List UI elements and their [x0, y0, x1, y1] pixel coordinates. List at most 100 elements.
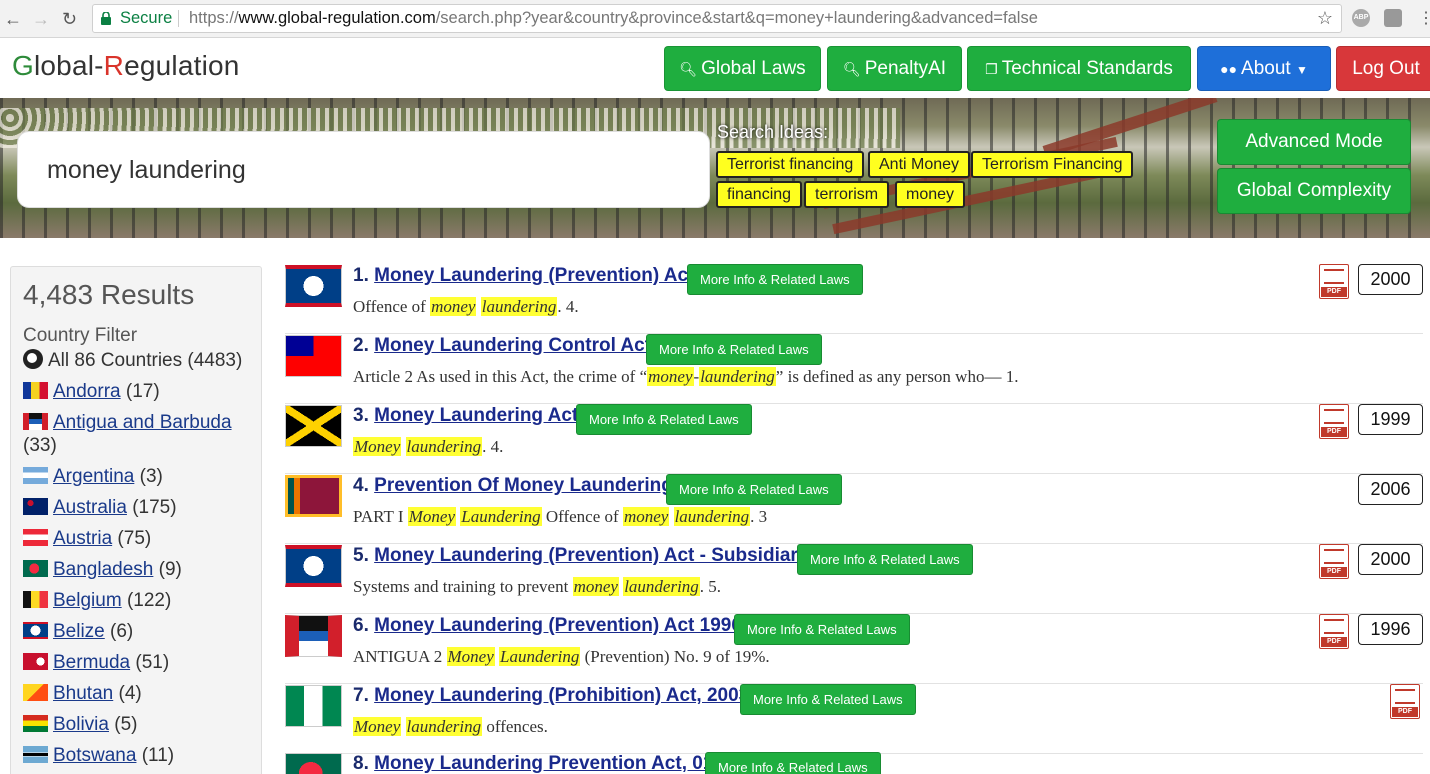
result-snippet: PART I Money Laundering Offence of money… — [353, 507, 768, 526]
result-title: 1. Money Laundering (Prevention) Act — [353, 265, 695, 286]
pdf-icon[interactable]: PDF — [1319, 264, 1349, 299]
site-header: Global-Regulation 🔍︎ Global Laws 🔍︎ Penalt… — [0, 38, 1430, 98]
year-badge: 1999 — [1358, 404, 1423, 435]
global-laws-button[interactable]: 🔍︎ Global Laws — [664, 46, 821, 91]
pdf-icon[interactable]: PDF — [1319, 404, 1349, 439]
lock-icon — [101, 12, 111, 25]
more-info-button[interactable]: More Info & Related Laws — [705, 752, 881, 774]
result-snippet: Article 2 As used in this Act, the crime… — [353, 367, 1019, 386]
year-badge: 2000 — [1358, 544, 1423, 575]
url-text[interactable]: https://www.global-regulation.com/search… — [189, 5, 1038, 32]
caret-down-icon: ▼ — [1295, 63, 1308, 77]
pdf-icon[interactable]: PDF — [1319, 544, 1349, 579]
austria-flag-icon — [23, 529, 48, 546]
more-info-button[interactable]: More Info & Related Laws — [797, 544, 973, 575]
result-item: 3. Money Laundering Act More Info & Rela… — [285, 404, 1423, 474]
country-filter-item: Argentina (3) — [23, 465, 259, 488]
country-filter-item: Austria (75) — [23, 527, 259, 550]
pdf-icon[interactable]: PDF — [1319, 614, 1349, 649]
result-item: 4. Prevention Of Money Laundering More I… — [285, 474, 1423, 544]
year-badge: 1996 — [1358, 614, 1423, 645]
more-info-button[interactable]: More Info & Related Laws — [734, 614, 910, 645]
bookmark-star-icon[interactable]: ☆ — [1317, 5, 1333, 32]
global-complexity-button[interactable]: Global Complexity — [1217, 168, 1411, 214]
belgium-flag-icon — [23, 591, 48, 608]
search-idea-chip[interactable]: money — [895, 181, 966, 208]
copy-icon: ❐ — [985, 61, 998, 77]
result-snippet: Money laundering. 4. — [353, 437, 504, 456]
country-filter-all[interactable]: All 86 Countries (4483) — [23, 349, 259, 372]
result-item: 8. Money Laundering Prevention Act, 01 M… — [285, 752, 1423, 774]
result-item: 5. Money Laundering (Prevention) Act - S… — [285, 544, 1423, 614]
result-title: 5. Money Laundering (Prevention) Act - S… — [353, 545, 809, 566]
secure-label: Secure — [120, 9, 173, 27]
result-title: 4. Prevention Of Money Laundering — [353, 475, 673, 496]
menu-dots-icon[interactable]: ⋮ — [1418, 8, 1430, 28]
belize-flag-icon — [285, 545, 342, 587]
search-idea-chip[interactable]: Anti Money — [868, 151, 971, 178]
botswana-flag-icon — [23, 746, 48, 763]
more-info-button[interactable]: More Info & Related Laws — [576, 404, 752, 435]
result-snippet: Systems and training to prevent money la… — [353, 577, 722, 596]
advanced-mode-button[interactable]: Advanced Mode — [1217, 119, 1411, 165]
more-info-button[interactable]: More Info & Related Laws — [666, 474, 842, 505]
search-idea-chip[interactable]: financing — [716, 181, 803, 208]
country-filter-item: Belgium (122) — [23, 589, 259, 612]
search-ideas-label: Search Ideas: — [717, 122, 829, 142]
site-logo[interactable]: Global-Regulation — [12, 50, 240, 82]
bangladesh-flag-icon — [285, 753, 342, 774]
result-title: 6. Money Laundering (Prevention) Act 199… — [353, 615, 742, 636]
forward-icon[interactable]: → — [32, 9, 50, 30]
reload-icon[interactable]: ↻ — [62, 9, 77, 30]
bermuda-flag-icon — [23, 653, 48, 670]
technical-standards-button[interactable]: ❐ Technical Standards — [967, 46, 1191, 91]
country-filter-item: Andorra (17) — [23, 380, 259, 403]
search-icon: 🔍︎ — [679, 61, 698, 77]
search-idea-chip[interactable]: Terrorist financing — [716, 151, 865, 178]
bolivia-flag-icon — [23, 715, 48, 732]
belize-flag-icon — [23, 622, 48, 639]
back-icon[interactable]: ← — [4, 9, 22, 30]
year-badge: 2000 — [1358, 264, 1423, 295]
adblock-extension-icon[interactable]: ABP — [1352, 9, 1370, 27]
globe-icon — [23, 349, 43, 369]
argentina-flag-icon — [23, 467, 48, 484]
result-title: 2. Money Laundering Control Act — [353, 335, 652, 356]
result-item: 6. Money Laundering (Prevention) Act 199… — [285, 614, 1423, 684]
search-idea-chip[interactable]: terrorism — [804, 181, 890, 208]
country-filter-item: Antigua and Barbuda (33) — [23, 412, 232, 456]
more-info-button[interactable]: More Info & Related Laws — [687, 264, 863, 295]
results-count: 4,483 Results — [23, 279, 195, 310]
year-badge: 2006 — [1358, 474, 1423, 505]
more-info-button[interactable]: More Info & Related Laws — [646, 334, 822, 365]
about-dropdown-button[interactable]: ●● About ▼ — [1197, 46, 1331, 91]
users-icon: ●● — [1220, 61, 1238, 77]
logout-button[interactable]: Log Out — [1336, 46, 1430, 91]
browser-toolbar: ← → ↻ Secure https://www.global-regulati… — [0, 0, 1430, 38]
address-bar[interactable]: Secure https://www.global-regulation.com… — [92, 4, 1342, 33]
extension-icon[interactable] — [1384, 9, 1402, 27]
nigeria-flag-icon — [285, 685, 342, 727]
more-info-button[interactable]: More Info & Related Laws — [740, 684, 916, 715]
search-icon: 🔍︎ — [842, 61, 861, 77]
penaltyai-button[interactable]: 🔍︎ PenaltyAI — [827, 46, 962, 91]
search-idea-chip[interactable]: Terrorism Financing — [971, 151, 1134, 178]
country-filter-item: Botswana (11) — [23, 744, 259, 767]
jamaica-flag-icon — [285, 405, 342, 447]
australia-flag-icon — [23, 498, 48, 515]
pdf-icon[interactable]: PDF — [1390, 684, 1420, 719]
andorra-flag-icon — [23, 382, 48, 399]
country-filter-item: Belize (6) — [23, 620, 259, 643]
result-title: 8. Money Laundering Prevention Act, 01 — [353, 753, 714, 774]
sri-lanka-flag-icon — [285, 475, 342, 517]
result-snippet: Money laundering offences. — [353, 717, 548, 736]
taiwan-flag-icon — [285, 335, 342, 377]
result-snippet: ANTIGUA 2 Money Laundering (Prevention) … — [353, 647, 770, 666]
result-item: 7. Money Laundering (Prohibition) Act, 2… — [285, 684, 1423, 754]
country-filter-item: Australia (175) — [23, 496, 259, 519]
search-input[interactable]: money laundering — [17, 131, 710, 208]
bangladesh-flag-icon — [23, 560, 48, 577]
country-filter-item: Bermuda (51) — [23, 651, 259, 674]
country-filter-label: Country Filter — [23, 325, 138, 346]
country-filter-item: Bangladesh (9) — [23, 558, 259, 581]
